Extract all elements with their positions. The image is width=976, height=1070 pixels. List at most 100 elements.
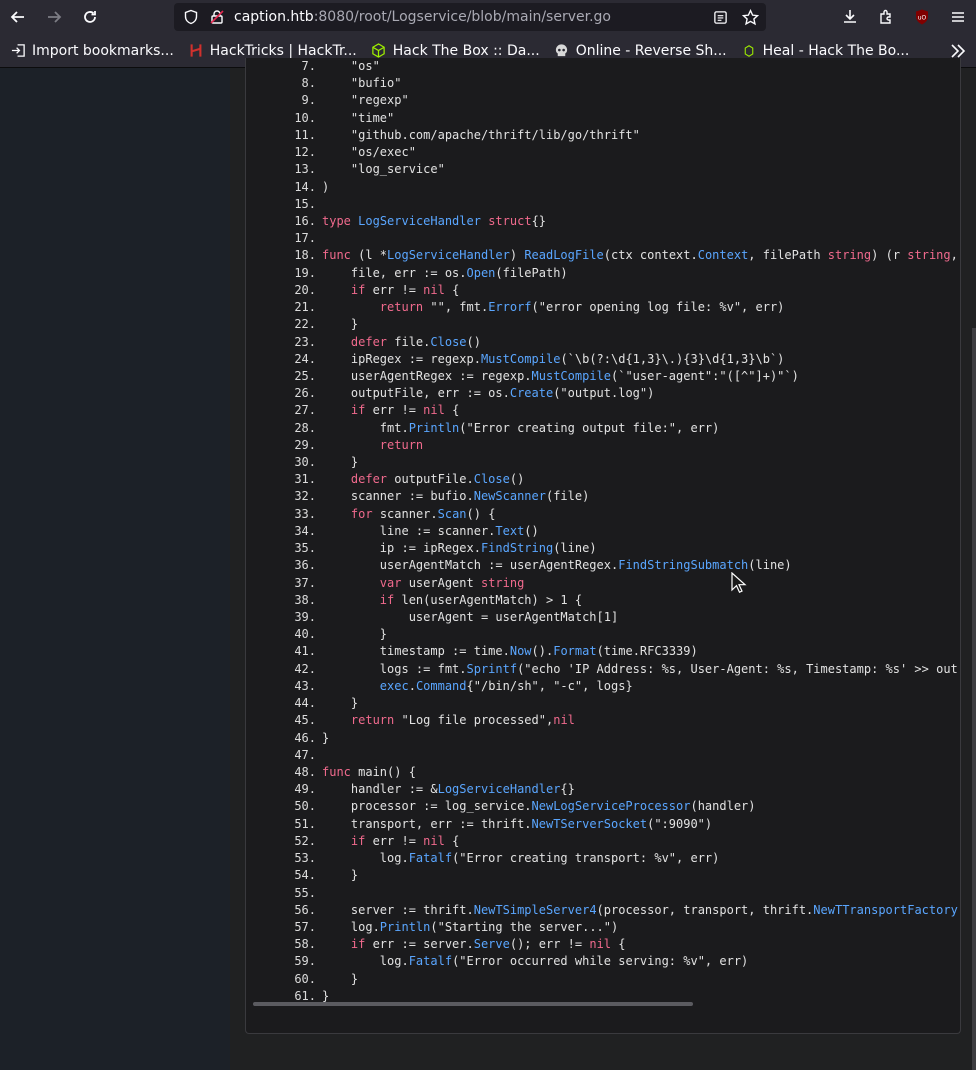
vertical-scrollbar[interactable]: [972, 328, 976, 1070]
line-number[interactable]: 7.: [246, 58, 316, 75]
line-number[interactable]: 20.: [246, 282, 316, 299]
bookmark-label: Import bookmarks...: [32, 42, 174, 59]
bookmark-hacktricks[interactable]: HackTricks | HackTr...: [188, 43, 357, 59]
code-line: 8. "bufio": [246, 75, 960, 92]
line-number[interactable]: 47.: [246, 747, 316, 764]
line-number[interactable]: 18.: [246, 247, 316, 264]
code-line: 18. func (l *LogServiceHandler) ReadLogFi…: [246, 247, 960, 264]
line-number[interactable]: 15.: [246, 196, 316, 213]
bookmark-import[interactable]: Import bookmarks...: [10, 43, 174, 59]
line-number[interactable]: 52.: [246, 833, 316, 850]
line-number[interactable]: 32.: [246, 488, 316, 505]
reader-view-icon[interactable]: [710, 7, 730, 27]
code-text: return "", fmt.Errorf("error opening log…: [379, 300, 785, 315]
line-number[interactable]: 43.: [246, 678, 316, 695]
downloads-button[interactable]: [832, 0, 868, 34]
line-number[interactable]: 42.: [246, 661, 316, 678]
line-number[interactable]: 10.: [246, 110, 316, 127]
ublock-button[interactable]: uO: [904, 0, 940, 34]
code-line: 14.): [246, 179, 960, 196]
line-number[interactable]: 49.: [246, 781, 316, 798]
line-number[interactable]: 48.: [246, 764, 316, 781]
line-number[interactable]: 17.: [246, 230, 316, 247]
line-number[interactable]: 12.: [246, 144, 316, 161]
code-text: "regexp": [322, 93, 409, 108]
line-number[interactable]: 34.: [246, 523, 316, 540]
line-number[interactable]: 8.: [246, 75, 316, 92]
line-number[interactable]: 54.: [246, 867, 316, 884]
line-number[interactable]: 50.: [246, 798, 316, 815]
code-line: 21. return "", fmt.Errorf("error opening…: [246, 299, 960, 316]
code-line: 46.}: [246, 730, 960, 747]
line-number[interactable]: 36.: [246, 557, 316, 574]
line-number[interactable]: 46.: [246, 730, 316, 747]
line-number[interactable]: 35.: [246, 540, 316, 557]
line-number[interactable]: 30.: [246, 454, 316, 471]
line-number[interactable]: 39.: [246, 609, 316, 626]
code-line: 9. "regexp": [246, 92, 960, 109]
back-button[interactable]: [0, 0, 36, 34]
line-number[interactable]: 53.: [246, 850, 316, 867]
line-number[interactable]: 22.: [246, 316, 316, 333]
code-line: 38. if len(userAgentMatch) > 1 {: [246, 592, 960, 609]
line-number[interactable]: 27.: [246, 402, 316, 419]
code-text: if err != nil {: [350, 403, 460, 418]
code-viewer: 7. "os" 8. "bufio" 9. "regexp" 10. "time" 11…: [245, 58, 961, 1034]
line-number[interactable]: 44.: [246, 695, 316, 712]
line-number[interactable]: 29.: [246, 437, 316, 454]
line-number[interactable]: 56.: [246, 902, 316, 919]
bookmark-htb[interactable]: Hack The Box :: Da...: [371, 43, 540, 59]
address-bar[interactable]: caption.htb:8080/root/Logservice/blob/ma…: [174, 3, 766, 31]
code-line: 42. logs := fmt.Sprintf("echo 'IP Addres…: [246, 661, 960, 678]
line-number[interactable]: 19.: [246, 265, 316, 282]
forward-button[interactable]: [36, 0, 72, 34]
reload-button[interactable]: [72, 0, 108, 34]
line-number[interactable]: 37.: [246, 575, 316, 592]
line-number[interactable]: 13.: [246, 161, 316, 178]
line-number[interactable]: 23.: [246, 334, 316, 351]
line-number[interactable]: 26.: [246, 385, 316, 402]
code-line: 30. }: [246, 454, 960, 471]
line-number[interactable]: 31.: [246, 471, 316, 488]
code-text: userAgentRegex := regexp.MustCompile(`"u…: [322, 368, 799, 383]
bookmark-star-icon[interactable]: [740, 7, 760, 27]
line-number[interactable]: 21.: [246, 299, 316, 316]
line-number[interactable]: 45.: [246, 712, 316, 729]
code-line: 35. ip := ipRegex.FindString(line): [246, 540, 960, 557]
line-number[interactable]: 16.: [246, 213, 316, 230]
line-number[interactable]: 58.: [246, 936, 316, 953]
bookmark-revshells[interactable]: Online - Reverse Sh...: [554, 43, 727, 59]
code-text: "github.com/apache/thrift/lib/go/thrift": [322, 127, 640, 142]
code-text: userAgentMatch := userAgentRegex.FindStr…: [322, 558, 792, 573]
extensions-button[interactable]: [868, 0, 904, 34]
url-text[interactable]: caption.htb:8080/root/Logservice/blob/ma…: [234, 9, 611, 25]
code-text: log.Fatalf("Error occurred while serving…: [322, 954, 749, 969]
bookmark-heal[interactable]: Heal - Hack The Bo...: [741, 42, 910, 59]
line-number[interactable]: 59.: [246, 953, 316, 970]
back-arrow-icon: [10, 11, 24, 23]
line-number[interactable]: 60.: [246, 971, 316, 988]
bookmark-label: Heal - Hack The Bo...: [762, 42, 910, 59]
line-number[interactable]: 24.: [246, 351, 316, 368]
line-number[interactable]: 28.: [246, 420, 316, 437]
code-line: 11. "github.com/apache/thrift/lib/go/thr…: [246, 127, 960, 144]
line-number[interactable]: 14.: [246, 179, 316, 196]
code-line: 10. "time": [246, 110, 960, 127]
menu-button[interactable]: [940, 0, 976, 34]
shield-icon[interactable]: [182, 8, 200, 26]
line-number[interactable]: 41.: [246, 643, 316, 660]
line-number[interactable]: 40.: [246, 626, 316, 643]
code-block[interactable]: 7. "os" 8. "bufio" 9. "regexp" 10. "time" 11…: [246, 58, 960, 1005]
horizontal-scrollbar[interactable]: [253, 1002, 693, 1006]
insecure-lock-icon[interactable]: [208, 8, 226, 26]
line-number[interactable]: 9.: [246, 92, 316, 109]
line-number[interactable]: 55.: [246, 885, 316, 902]
line-number[interactable]: 33.: [246, 506, 316, 523]
line-number[interactable]: 38.: [246, 592, 316, 609]
code-text: exec.Command{"/bin/sh", "-c", logs}: [379, 678, 633, 693]
line-number[interactable]: 57.: [246, 919, 316, 936]
code-line: 53. log.Fatalf("Error creating transport…: [246, 850, 960, 867]
line-number[interactable]: 11.: [246, 127, 316, 144]
line-number[interactable]: 25.: [246, 368, 316, 385]
line-number[interactable]: 51.: [246, 816, 316, 833]
